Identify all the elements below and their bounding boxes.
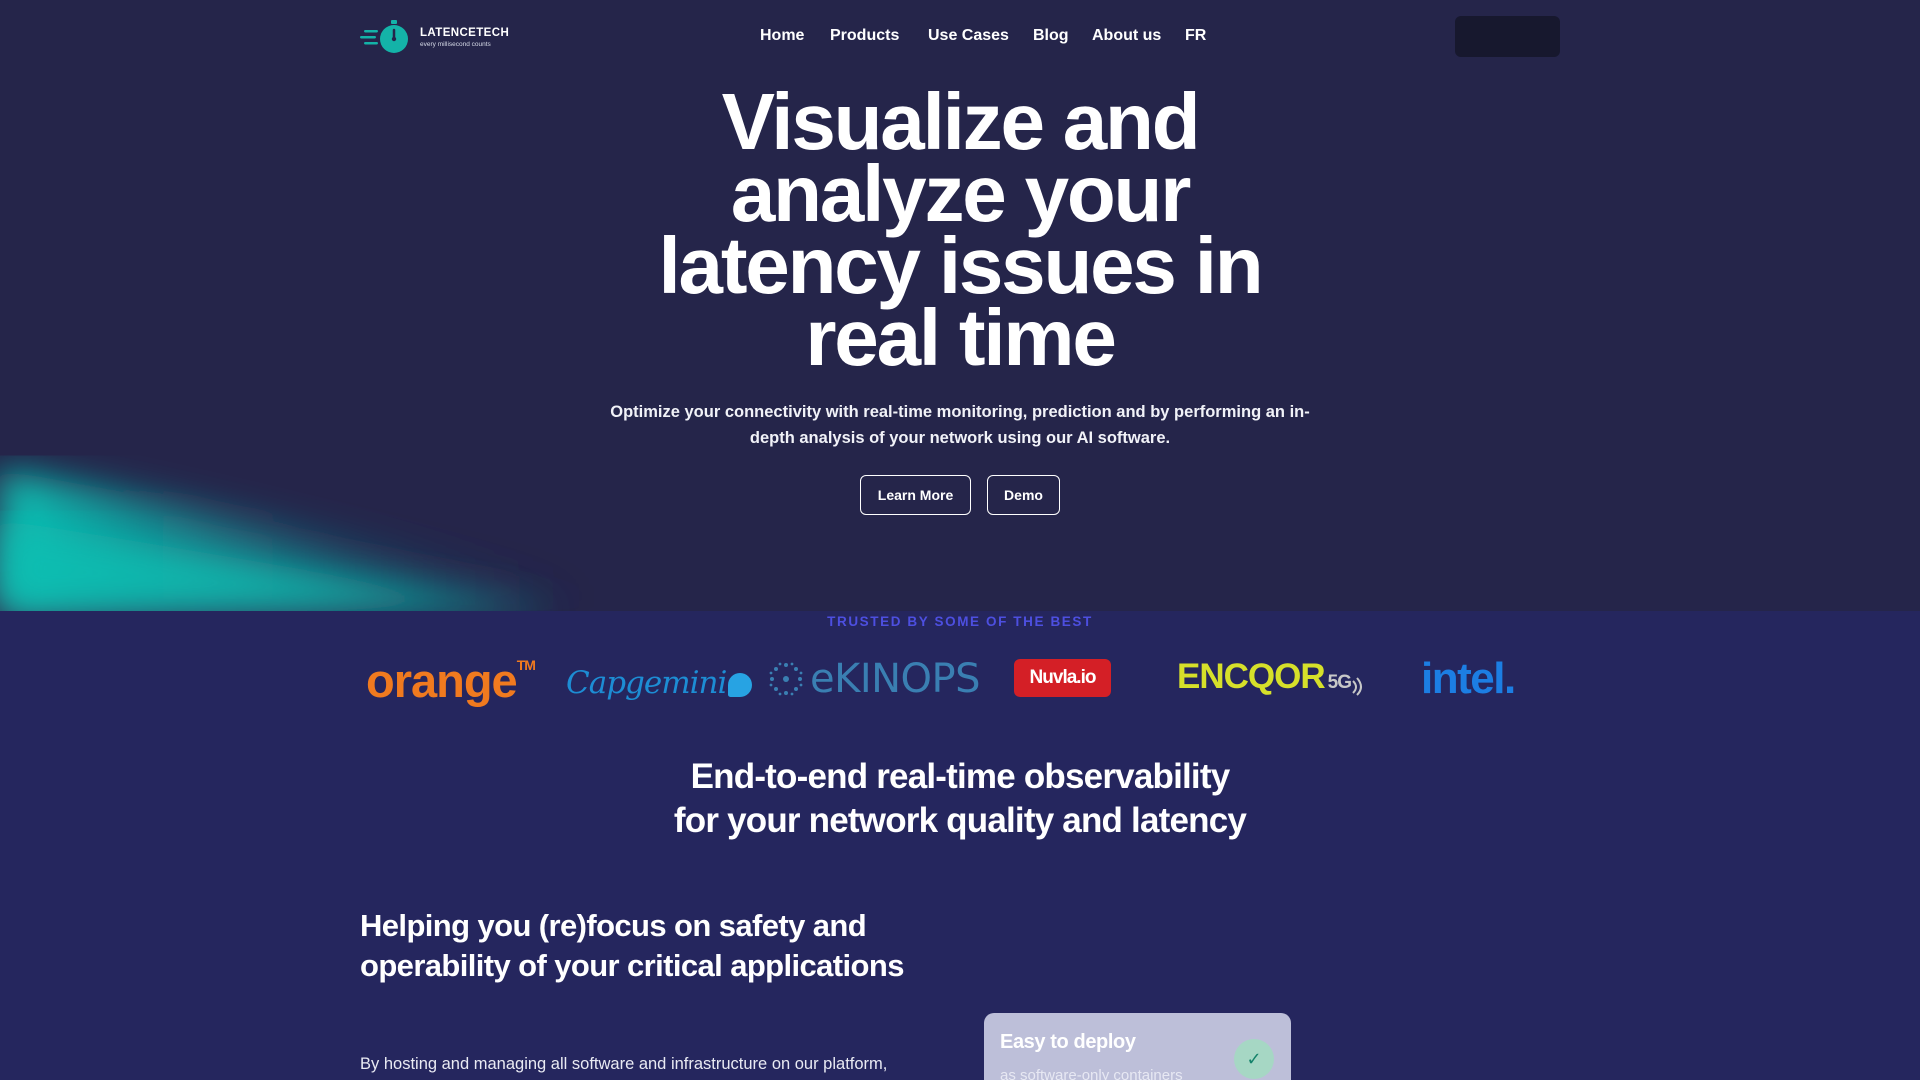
nav-item-use-cases[interactable]: Use Cases [928,27,1009,45]
capgemini-logo: Capgemini [566,665,753,701]
nav-item-home[interactable]: Home [760,27,804,45]
ekinops-starburst-icon [769,662,803,696]
partner-logos: orangeTM Capgemini eKINOPS Nuvla.io ENCQ… [0,645,1920,711]
hero-title: Visualize and analyze your latency issue… [560,77,1360,382]
hero-subtitle: Optimize your connectivity with real-tim… [610,403,1310,447]
checkmark-icon: ✓ [1234,1039,1274,1079]
demo-button[interactable]: Demo [987,475,1060,515]
signal-waves-icon [1352,677,1362,696]
feature-card-title: Easy to deploy [1000,1031,1136,1053]
feature-card-subtitle: as software-only containers [1000,1067,1183,1080]
hero-section: LATENCETECH every millisecond counts Hom… [0,0,1920,611]
hero-title-line: analyze your [730,149,1191,238]
nav-item-about-us[interactable]: About us [1092,27,1161,45]
learn-more-button[interactable]: Learn More [860,475,971,515]
nuvla-logo-text: Nuvla.io [1029,667,1097,688]
orange-trademark: TM [516,657,536,673]
hero-title-line: latency issues in [658,221,1264,310]
observability-heading-line: End-to-end real-time observability [690,757,1231,796]
nav-menu: Home Products Use Cases Blog About us FR [0,27,1920,49]
orange-logo-text: orange [366,654,518,707]
top-nav: LATENCETECH every millisecond counts Hom… [0,0,1920,74]
encqor-logo-text: ENCQOR [1177,657,1326,696]
hero-title-line: Visualize and [721,77,1201,166]
intel-logo-text: intel. [1421,654,1516,703]
ekinops-logo: eKINOPS [766,656,981,702]
nav-item-products[interactable]: Products [830,27,899,45]
nav-item-language-fr[interactable]: FR [1185,27,1206,45]
capgemini-spade-icon [728,672,753,697]
feature-card-easy-deploy: Easy to deploy as software-only containe… [984,1013,1291,1080]
helping-heading: Helping you (re)focus on safety and oper… [360,908,904,983]
nav-cta-button[interactable] [1455,16,1560,57]
helping-body: By hosting and managing all software and… [360,1055,888,1073]
nav-item-blog[interactable]: Blog [1033,27,1069,45]
nuvla-logo: Nuvla.io [1014,659,1111,697]
trusted-by-label: TRUSTED BY SOME OF THE BEST [827,614,1093,629]
ekinops-logo-text: eKINOPS [810,656,981,702]
encqor-logo: ENCQOR 5G [1177,657,1367,697]
hero-title-line: real time [805,293,1116,382]
encqor-5g-label: 5G [1327,672,1352,693]
observability-heading: End-to-end real-time observability for y… [560,755,1360,843]
orange-logo: orangeTM [366,653,536,708]
capgemini-logo-text: Capgemini [566,665,727,701]
intel-logo: intel. [1421,654,1516,704]
observability-heading-line: for your network quality and latency [673,801,1247,840]
